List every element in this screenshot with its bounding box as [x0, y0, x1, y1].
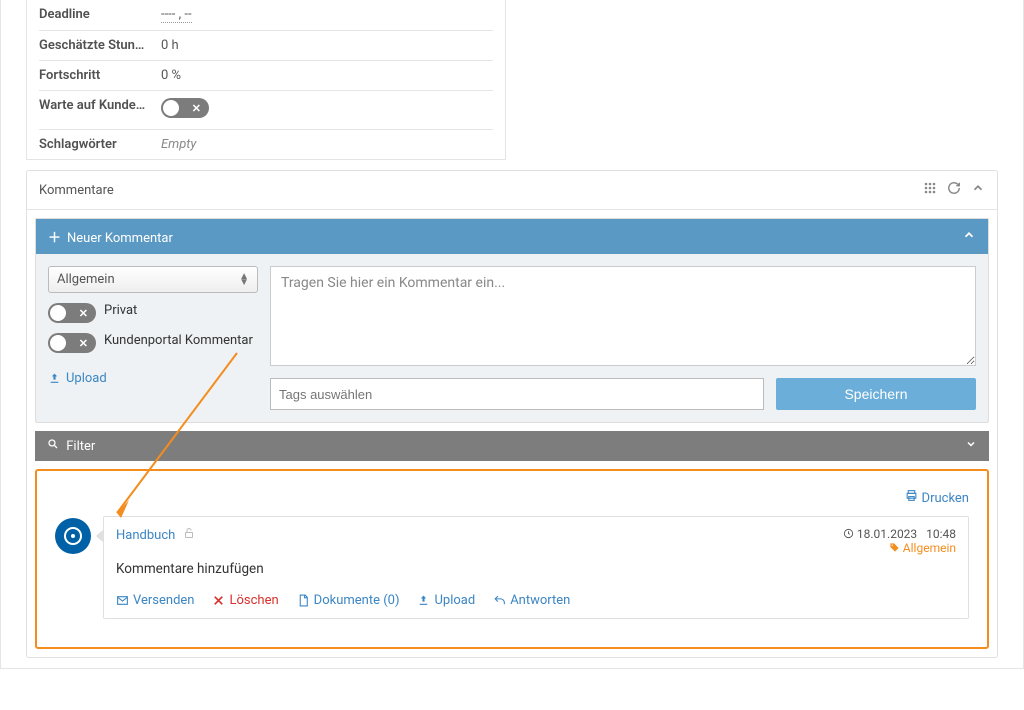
detail-label: Warte auf Kunde…: [39, 98, 161, 122]
upload-link[interactable]: Upload: [48, 371, 107, 386]
save-button[interactable]: Speichern: [776, 378, 976, 410]
close-icon: ✕: [79, 337, 88, 350]
filter-label: Filter: [66, 439, 95, 454]
detail-label: Schlagwörter: [39, 137, 161, 152]
upload-icon: [417, 594, 430, 607]
reply-action[interactable]: Antworten: [493, 593, 570, 608]
chevron-down-icon[interactable]: [965, 438, 977, 454]
details-panel: Deadline ---- , -- Geschätzte Stun… 0 h …: [26, 0, 506, 160]
category-selected: Allgemein: [57, 272, 115, 287]
clock-icon: [843, 528, 854, 539]
document-icon: [297, 594, 310, 607]
privat-toggle[interactable]: ✕: [48, 303, 96, 323]
comment-category[interactable]: Allgemein: [903, 541, 956, 555]
print-link[interactable]: Drucken: [55, 489, 969, 506]
hours-value[interactable]: 0 h: [161, 38, 179, 53]
tags-value[interactable]: Empty: [161, 137, 196, 152]
portal-toggle[interactable]: ✕: [48, 333, 96, 353]
detail-label: Geschätzte Stun…: [39, 38, 161, 53]
documents-action[interactable]: Dokumente (0): [297, 593, 400, 608]
delete-action[interactable]: Löschen: [212, 593, 278, 608]
refresh-icon[interactable]: [947, 181, 961, 199]
detail-label: Deadline: [39, 7, 161, 23]
detail-row-hours: Geschätzte Stun… 0 h: [27, 31, 505, 60]
chevron-updown-icon: ▲▼: [239, 274, 249, 286]
print-label: Drucken: [922, 491, 969, 506]
comments-panel: Kommentare ＋ Neuer Kommentar: [26, 170, 998, 658]
search-icon: [47, 438, 59, 450]
collapse-icon[interactable]: [971, 181, 985, 199]
tag-icon: [889, 542, 900, 553]
category-select[interactable]: Allgemein ▲▼: [48, 266, 258, 293]
privat-label: Privat: [104, 303, 258, 318]
detail-row-wait: Warte auf Kunde… ✕: [27, 91, 505, 129]
unlock-icon: [183, 528, 195, 542]
panel-header: Kommentare: [27, 171, 997, 210]
new-comment-title: Neuer Kommentar: [67, 231, 173, 246]
comment-time: 10:48: [926, 527, 956, 541]
deadline-value[interactable]: ---- , --: [161, 7, 192, 23]
comment-textarea[interactable]: [270, 266, 976, 366]
comment-date: 18.01.2023: [857, 527, 917, 541]
close-icon: ✕: [79, 307, 88, 320]
plus-icon: ＋: [48, 231, 61, 246]
comment-text: Kommentare hinzufügen: [116, 561, 956, 577]
detail-row-deadline: Deadline ---- , --: [27, 0, 505, 30]
detail-row-tags: Schlagwörter Empty: [27, 130, 505, 159]
tags-input[interactable]: [270, 378, 764, 410]
avatar: [55, 518, 91, 554]
highlighted-comment-area: Drucken Handbuch: [35, 469, 989, 649]
mail-icon: [116, 594, 129, 607]
new-comment-panel: ＋ Neuer Kommentar Allgemein ▲▼ ✕ Privat: [35, 218, 989, 423]
new-comment-header[interactable]: ＋ Neuer Kommentar: [36, 219, 988, 254]
close-icon: ✕: [192, 102, 201, 115]
send-action[interactable]: Versenden: [116, 593, 194, 608]
reply-icon: [493, 594, 506, 607]
comment-item: Handbuch 18.01.2023 10:48: [55, 516, 969, 619]
chevron-up-icon[interactable]: [962, 228, 976, 246]
detail-row-progress: Fortschritt 0 %: [27, 61, 505, 90]
filter-bar[interactable]: Filter: [35, 431, 989, 461]
upload-action[interactable]: Upload: [417, 593, 475, 608]
close-icon: [212, 594, 225, 607]
upload-label: Upload: [66, 371, 107, 386]
comment-author[interactable]: Handbuch: [116, 528, 175, 543]
portal-label: Kundenportal Kommentar: [104, 333, 258, 348]
progress-value[interactable]: 0 %: [161, 68, 181, 83]
panel-title: Kommentare: [39, 183, 114, 198]
print-icon: [905, 489, 918, 502]
detail-label: Fortschritt: [39, 68, 161, 83]
comment-form: Allgemein ▲▼ ✕ Privat ✕ Kundenportal Kom…: [36, 254, 988, 422]
wait-toggle[interactable]: ✕: [161, 98, 209, 118]
drag-handle-icon[interactable]: [923, 181, 937, 199]
